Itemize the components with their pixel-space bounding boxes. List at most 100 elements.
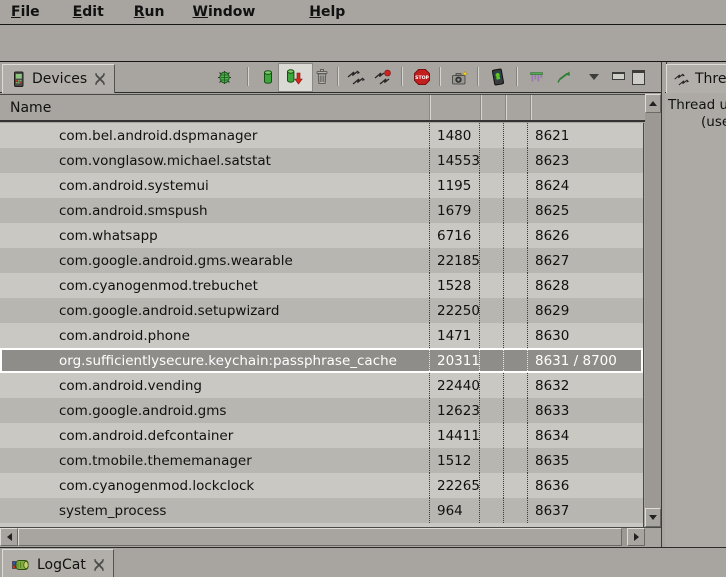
device-process-row[interactable]: com.android.vending224408632 [0, 373, 643, 398]
start-method-profiling-icon[interactable] [372, 65, 392, 89]
phone-icon [11, 71, 26, 88]
device-process-row[interactable]: com.tmobile.thememanager15128635 [0, 448, 643, 473]
cell-pid: 1679 [429, 198, 479, 223]
scrollbar-corner [645, 528, 661, 546]
column-header-3[interactable] [480, 95, 505, 120]
cell-c4 [503, 148, 527, 173]
toolbar-separator [516, 67, 517, 86]
toolbar-row [0, 25, 726, 62]
toolbar-separator [477, 67, 478, 86]
device-process-row[interactable]: com.vonglasow.michael.satstat145538623 [0, 148, 643, 173]
column-header-port[interactable] [530, 95, 661, 120]
stop-process-icon[interactable]: STOP [412, 65, 432, 89]
cell-c4 [503, 173, 527, 198]
update-heap-icon[interactable] [258, 65, 278, 89]
debug-process-icon[interactable] [214, 65, 234, 89]
cell-name: com.android.phone [0, 323, 429, 348]
device-process-row[interactable]: system_process9648637 [0, 498, 643, 523]
cell-c3 [479, 148, 503, 173]
cause-gc-icon[interactable] [312, 65, 332, 89]
cell-pid: 22265 [429, 473, 479, 498]
device-process-row[interactable]: org.sufficientlysecure.keychain:passphra… [0, 348, 643, 373]
sysinfo-icon[interactable] [526, 65, 546, 89]
tab-threads-label: Threads [695, 71, 726, 87]
device-process-row[interactable]: com.android.smspush16798625 [0, 198, 643, 223]
device-process-row[interactable]: com.cyanogenmod.trebuchet15288628 [0, 273, 643, 298]
dump-hprof-icon[interactable] [284, 65, 304, 89]
device-process-row[interactable]: com.android.defcontainer144118634 [0, 423, 643, 448]
tab-logcat[interactable]: LogCat [2, 549, 114, 577]
cell-name: com.android.systemui [0, 173, 429, 198]
maximize-icon[interactable] [632, 70, 645, 85]
cell-pid: 14553 [429, 148, 479, 173]
device-process-row[interactable]: com.cyanogenmod.lockclock222658636 [0, 473, 643, 498]
cell-name: org.sufficientlysecure.keychain:passphra… [0, 348, 429, 373]
cell-port: 8624 [527, 173, 643, 198]
scroll-right-button[interactable] [627, 528, 645, 546]
cell-c3 [479, 448, 503, 473]
menu-file[interactable]: File [6, 2, 45, 22]
vertical-scrollbar[interactable] [645, 94, 661, 527]
cell-pid: 1195 [429, 173, 479, 198]
arrow-right-icon [634, 533, 639, 541]
menu-help[interactable]: Help [304, 2, 350, 22]
device-process-row[interactable]: com.google.android.gms.wearable221858627 [0, 248, 643, 273]
update-threads-icon[interactable] [345, 65, 365, 89]
cell-name: com.cyanogenmod.trebuchet [0, 273, 429, 298]
scroll-up-button[interactable] [645, 94, 661, 113]
tab-devices[interactable]: Devices [2, 64, 115, 93]
column-header-pid[interactable] [429, 95, 480, 120]
logcat-icon [11, 557, 31, 573]
menu-edit[interactable]: Edit [68, 2, 109, 22]
scroll-left-button[interactable] [0, 528, 18, 546]
navigate-arrow-icon[interactable] [553, 65, 573, 89]
device-screen-icon[interactable] [488, 65, 508, 89]
cell-c3 [479, 173, 503, 198]
cell-c3 [479, 273, 503, 298]
bottom-panel: LogCat [0, 547, 726, 577]
cell-c3 [479, 498, 503, 523]
cell-port: 8625 [527, 198, 643, 223]
cell-pid: 6716 [429, 223, 479, 248]
device-process-row[interactable]: com.google.android.gms126238633 [0, 398, 643, 423]
column-header-name[interactable]: Name [0, 95, 429, 120]
cell-pid: 22185 [429, 248, 479, 273]
cell-c4 [503, 398, 527, 423]
cell-c4 [503, 323, 527, 348]
device-process-row[interactable]: com.android.phone14718630 [0, 323, 643, 348]
menu-run[interactable]: Run [129, 2, 170, 22]
cell-pid: 1471 [429, 323, 479, 348]
device-process-row[interactable]: com.whatsapp67168626 [0, 223, 643, 248]
cell-c4 [503, 198, 527, 223]
scroll-down-button[interactable] [645, 508, 661, 527]
tab-logcat-close-icon[interactable] [93, 559, 105, 571]
cell-c4 [503, 373, 527, 398]
device-process-row[interactable]: com.android.systemui1195 8624 [0, 173, 643, 198]
cell-pid: 14411 [429, 423, 479, 448]
device-process-row[interactable]: com.google.android.setupwizard222508629 [0, 298, 643, 323]
column-header-4[interactable] [505, 95, 530, 120]
horizontal-scrollbar[interactable] [0, 528, 645, 546]
cell-name: com.cyanogenmod.lockclock [0, 473, 429, 498]
cell-name: com.android.vending [0, 373, 429, 398]
devices-tabbar: Devices [0, 62, 661, 93]
cell-pid: 964 [429, 498, 479, 523]
view-menu-icon[interactable] [589, 74, 599, 80]
menu-window[interactable]: Window [187, 2, 260, 22]
cell-name: com.bel.android.dspmanager [0, 123, 429, 148]
screen-capture-icon[interactable] [450, 65, 470, 89]
toolbar-separator [247, 67, 248, 86]
cell-c3 [479, 323, 503, 348]
minimize-icon[interactable] [612, 72, 625, 80]
tab-threads[interactable]: Threads [666, 64, 726, 93]
cell-pid: 22250 [429, 298, 479, 323]
tab-devices-close-icon[interactable] [94, 73, 106, 85]
cell-name: com.google.android.gms.wearable [0, 248, 429, 273]
cell-c3 [479, 298, 503, 323]
device-process-row[interactable]: com.bel.android.dspmanager14808621 [0, 123, 643, 148]
cell-c3 [479, 198, 503, 223]
threads-message-line1: Thread updates not enabled for selected … [668, 97, 726, 113]
cell-c3 [479, 473, 503, 498]
cell-c3 [479, 248, 503, 273]
horizontal-scrollbar-thumb[interactable] [18, 528, 622, 546]
